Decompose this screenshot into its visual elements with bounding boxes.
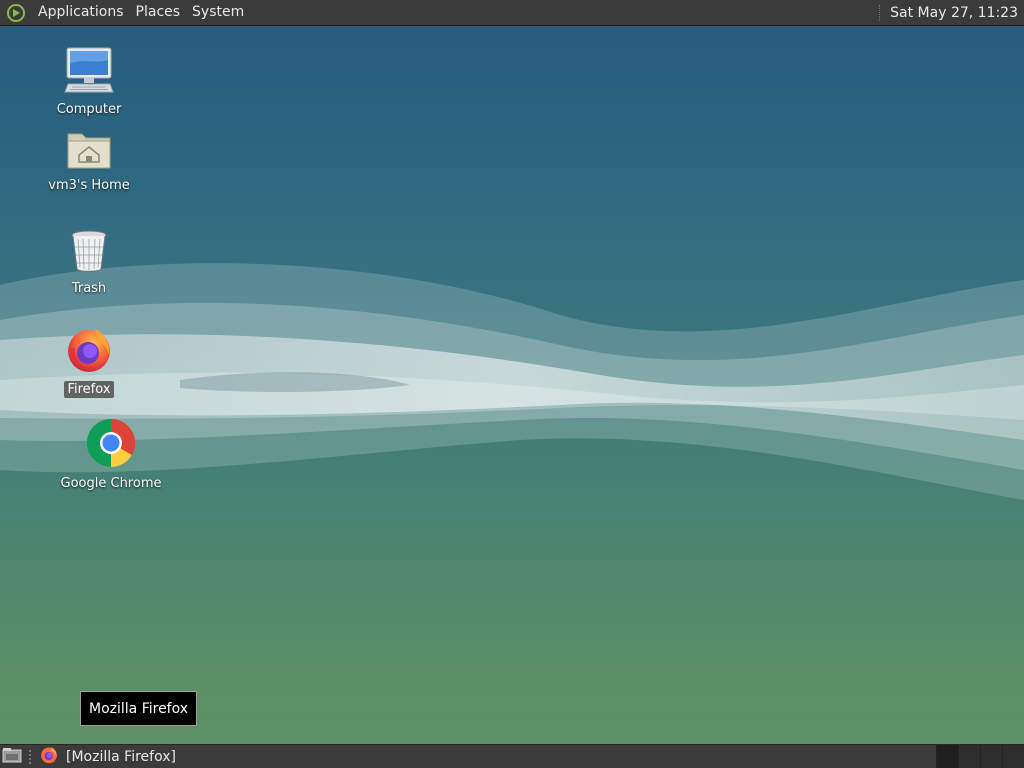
applications-menu[interactable]: Applications: [32, 0, 130, 25]
computer-icon: [64, 46, 114, 98]
task-button-firefox[interactable]: [Mozilla Firefox]: [36, 746, 180, 768]
desktop-icon-label: Computer: [56, 102, 122, 117]
desktop-icon-label: Google Chrome: [60, 476, 162, 491]
desktop-icon-firefox[interactable]: Firefox: [60, 326, 118, 398]
panel-handle[interactable]: [28, 748, 32, 765]
firefox-icon: [40, 746, 58, 768]
workspace-4[interactable]: [1002, 745, 1024, 768]
show-desktop-icon: [2, 747, 22, 767]
bottom-panel: [Mozilla Firefox]: [0, 744, 1024, 768]
task-button-label: [Mozilla Firefox]: [66, 748, 176, 765]
main-menu-logo-icon[interactable]: [6, 3, 26, 23]
workspace-1[interactable]: [936, 745, 958, 768]
workspace-switcher: [936, 745, 1024, 768]
desktop-icon-label: Trash: [71, 281, 107, 296]
chrome-icon: [86, 418, 136, 472]
trash-icon: [69, 229, 109, 277]
top-panel: Applications Places System Sat May 27, 1…: [0, 0, 1024, 26]
clock[interactable]: Sat May 27, 11:23: [890, 5, 1024, 21]
desktop-icon-label: vm3's Home: [48, 178, 130, 193]
desktop-icon-label: Firefox: [64, 381, 114, 398]
system-menu[interactable]: System: [186, 0, 250, 25]
desktop-icon-chrome[interactable]: Google Chrome: [60, 418, 162, 492]
desktop-icon-trash[interactable]: Trash: [60, 229, 118, 297]
panel-separator: [879, 4, 882, 21]
taskbar-tooltip: Mozilla Firefox: [80, 691, 198, 726]
places-menu[interactable]: Places: [130, 0, 187, 25]
workspace-3[interactable]: [980, 745, 1002, 768]
clock-area: Sat May 27, 11:23: [879, 0, 1024, 25]
firefox-icon: [65, 326, 113, 378]
home-folder-icon: [66, 128, 112, 174]
workspace-2[interactable]: [958, 745, 980, 768]
wallpaper: [0, 263, 1024, 500]
desktop-icon-home[interactable]: vm3's Home: [48, 128, 130, 194]
desktop-icon-computer[interactable]: Computer: [54, 46, 124, 118]
show-desktop-button[interactable]: [0, 746, 24, 768]
